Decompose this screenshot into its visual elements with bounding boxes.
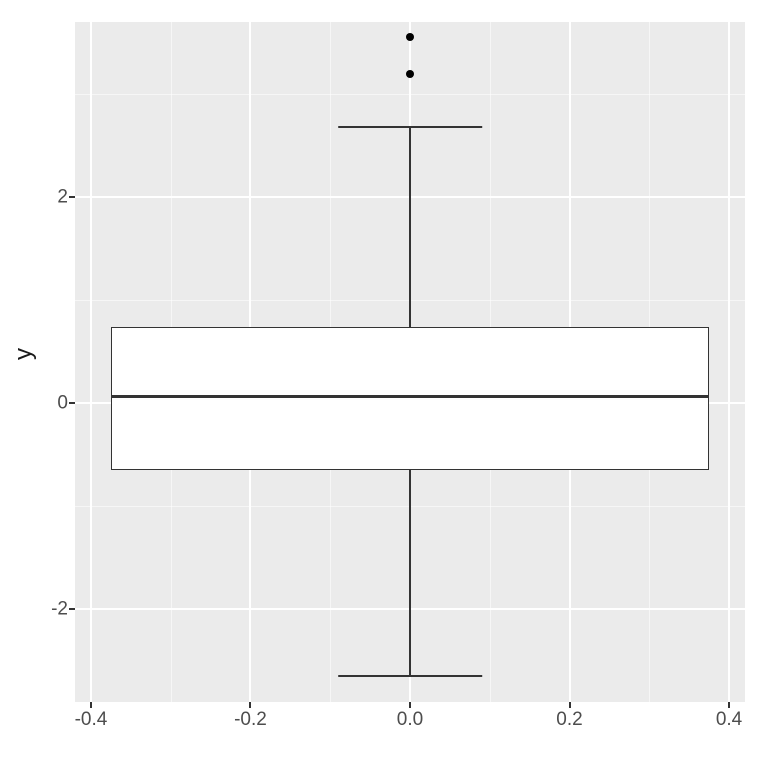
y-tick-mark xyxy=(69,402,75,404)
grid-major-v xyxy=(90,22,92,702)
x-tick-label: 0.4 xyxy=(716,710,742,729)
grid-major-v xyxy=(728,22,730,702)
outlier-point xyxy=(406,70,414,78)
x-tick-mark xyxy=(249,702,251,708)
whisker-lower-line xyxy=(409,470,411,676)
whisker-lower-cap xyxy=(338,675,482,677)
figure: y -2 0 2 -0.4 -0.2 0.0 0.2 0.4 xyxy=(0,0,768,768)
y-tick-mark xyxy=(69,196,75,198)
median-line xyxy=(111,395,709,398)
x-tick-mark xyxy=(409,702,411,708)
y-tick-label: -2 xyxy=(8,600,68,619)
y-tick-label: 0 xyxy=(8,394,68,413)
x-tick-label: 0.0 xyxy=(397,710,423,729)
x-tick-label: -0.4 xyxy=(75,710,108,729)
box-iqr xyxy=(111,327,709,470)
plot-panel xyxy=(75,22,745,702)
x-tick-mark xyxy=(90,702,92,708)
y-tick-mark xyxy=(69,608,75,610)
y-tick-label: 2 xyxy=(8,188,68,207)
outlier-point xyxy=(406,33,414,41)
whisker-upper-cap xyxy=(338,126,482,128)
x-tick-label: 0.2 xyxy=(556,710,582,729)
x-tick-mark xyxy=(569,702,571,708)
y-axis-title: y xyxy=(12,348,36,360)
x-tick-mark xyxy=(728,702,730,708)
x-tick-label: -0.2 xyxy=(234,710,267,729)
whisker-upper-line xyxy=(409,127,411,327)
